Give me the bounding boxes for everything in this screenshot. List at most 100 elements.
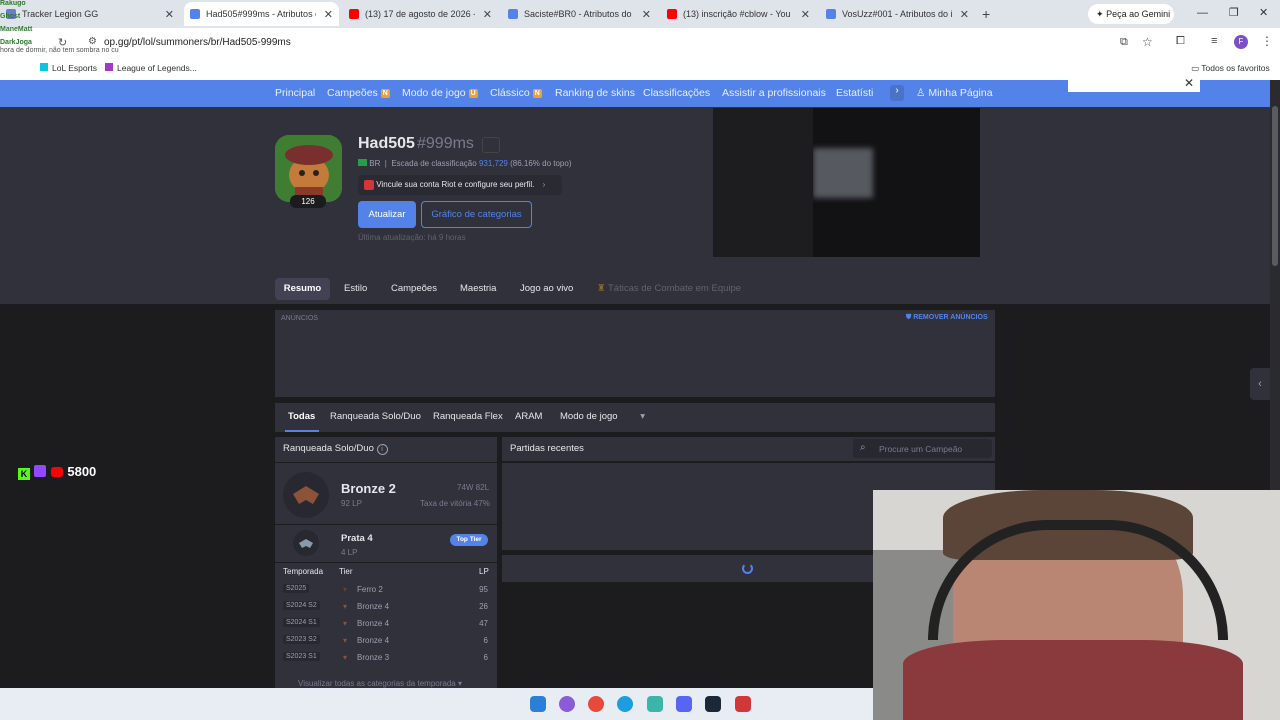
top-tier-badge: Top Tier — [450, 534, 488, 546]
tab-favicon-icon — [826, 9, 836, 19]
chat-line: ManeMatt — [0, 26, 33, 33]
queue-tab-aram[interactable]: ARAM — [515, 411, 542, 422]
season-label: S2023 S1 — [283, 652, 320, 661]
remove-ads-link[interactable]: ⛊ REMOVER ANÚNCIOS — [906, 314, 988, 322]
nav-modo-de-jogo[interactable]: Modo de jogo U — [402, 87, 478, 99]
category-chart-button[interactable]: Gráfico de categorias — [421, 201, 532, 228]
view-all-label: Visualizar todas as categorias da tempor… — [298, 679, 456, 688]
address-bar-row: ↻ ⚙ op.gg/pt/lol/summoners/br/Had505-999… — [0, 28, 1280, 58]
peak-lp: 4 LP — [341, 548, 358, 557]
ladder-line: BR | Escada de classificação 931,729 (86… — [358, 159, 571, 168]
copy-button[interactable] — [482, 137, 500, 153]
champion-search[interactable]: ⌕ Procure um Campeão — [853, 439, 992, 458]
menu-kebab-icon[interactable]: ⋮ — [1261, 34, 1273, 48]
chevron-right-icon: › — [542, 180, 546, 190]
view-all-seasons-link[interactable]: Visualizar todas as categorias da tempor… — [298, 679, 462, 688]
youtube-icon — [50, 467, 63, 477]
tab-tft[interactable]: ♜ Táticas de Combate em Equipe — [597, 283, 741, 294]
gemini-button[interactable]: ✦ Peça ao Gemini — [1088, 4, 1174, 24]
nav-estatisticas[interactable]: Estatísti — [836, 87, 882, 99]
queue-tab-flex[interactable]: Ranqueada Flex — [433, 411, 503, 422]
tab-title: Had505#999ms - Atributos do — [206, 9, 316, 19]
my-page-link[interactable]: ♙ Minha Página — [916, 87, 993, 99]
new-tab-button[interactable]: + — [982, 6, 990, 22]
profile-header: 126 Had505 #999ms BR | Escada de classif… — [0, 107, 1270, 275]
season-label: S2024 S1 — [283, 618, 320, 627]
extensions-icon[interactable]: ⧠ — [1176, 35, 1185, 48]
peak-tier: Prata 4 — [341, 533, 373, 544]
update-button[interactable]: Atualizar — [358, 201, 416, 228]
chevron-right-icon[interactable]: › — [890, 85, 904, 101]
tab-maestria[interactable]: Maestria — [460, 283, 496, 294]
user-icon: ♙ — [916, 87, 926, 99]
close-window-icon[interactable]: ✕ — [1259, 6, 1268, 19]
tier-mini-icon: ▾ — [343, 619, 348, 628]
copilot-icon[interactable] — [559, 696, 575, 712]
close-icon[interactable]: ✕ — [483, 8, 492, 21]
queue-tab-solo[interactable]: Ranqueada Solo/Duo — [330, 411, 421, 422]
season-lp: 6 — [483, 636, 488, 645]
win-loss: 74W 82L — [457, 483, 490, 492]
ladder-rank[interactable]: 931,729 — [479, 159, 508, 168]
video-shadow — [713, 108, 813, 257]
all-favorites[interactable]: ▭ Todos os favoritos — [1191, 63, 1270, 74]
nav-assistir-profissionais[interactable]: Assistir a profissionais — [722, 87, 826, 99]
webcam-shirt — [903, 640, 1243, 720]
chrome-icon[interactable] — [588, 696, 604, 712]
riot-client-icon[interactable] — [735, 696, 751, 712]
queue-tab-todas[interactable]: Todas — [288, 411, 315, 422]
scrollbar-thumb[interactable] — [1272, 106, 1278, 266]
tab-3[interactable]: (13) 17 de agosto de 2026 - Yo ✕ — [343, 2, 498, 26]
tab-estilo[interactable]: Estilo — [344, 283, 367, 294]
steam-icon[interactable] — [705, 696, 721, 712]
search-icon: ⌕ — [860, 442, 866, 453]
tab-6[interactable]: VosUzz#001 - Atributos do inv ✕ — [820, 2, 975, 26]
side-panel-toggle[interactable]: ‹ — [1250, 368, 1270, 400]
tab-title: (13) inscrição #cblow - You — [683, 9, 791, 19]
tab-2-active[interactable]: Had505#999ms - Atributos do ✕ — [184, 2, 339, 26]
close-ad-icon[interactable]: ✕ — [1184, 76, 1194, 90]
close-icon[interactable]: ✕ — [801, 8, 810, 21]
info-icon[interactable]: i — [376, 444, 388, 455]
discord-icon[interactable] — [676, 696, 692, 712]
nav-label: Campeões — [327, 87, 378, 99]
nav-campeoes[interactable]: Campeões N — [327, 87, 390, 99]
profile-avatar[interactable]: F — [1234, 35, 1248, 49]
close-icon[interactable]: ✕ — [642, 8, 651, 21]
chat-line: DarkJoga — [0, 39, 32, 46]
season-row: S2025 ▾ Ferro 2 95 — [283, 584, 493, 598]
windows-start-icon[interactable] — [530, 696, 546, 712]
tab-4[interactable]: Saciste#BR0 - Atributos do inv ✕ — [502, 2, 657, 26]
edge-icon[interactable] — [617, 696, 633, 712]
tier-mini-icon: ▾ — [343, 585, 348, 594]
media-icon[interactable]: ≡ — [1211, 35, 1217, 47]
tab-favicon-icon — [508, 9, 518, 19]
header-lp: LP — [479, 567, 489, 576]
riot-link-banner[interactable]: Vincule sua conta Riot e configure seu p… — [358, 175, 562, 195]
nav-classificacoes[interactable]: Classificações — [643, 87, 710, 99]
tier-mini-icon: ▾ — [343, 653, 348, 662]
nav-principal[interactable]: Principal — [275, 87, 315, 99]
header-tier: Tier — [339, 567, 353, 576]
close-icon[interactable]: ✕ — [165, 8, 174, 21]
minimize-icon[interactable]: — — [1197, 7, 1208, 19]
search-input[interactable]: Procure um Campeão — [879, 444, 962, 454]
folder-icon: ▭ — [1191, 63, 1200, 73]
tab-favicon-icon — [190, 9, 200, 19]
tab-5[interactable]: (13) inscrição #cblow - You ✕ — [661, 2, 816, 26]
header-temporada: Temporada — [283, 567, 324, 576]
cast-icon[interactable]: ⧉ — [1120, 36, 1128, 49]
close-icon[interactable]: ✕ — [960, 8, 969, 21]
chat-line: hora de dormir, não tem sombra no cu — [0, 47, 119, 54]
tab-campeoes[interactable]: Campeões — [391, 283, 437, 294]
maximize-icon[interactable]: ❐ — [1229, 6, 1239, 19]
queue-mode-dropdown[interactable]: Modo de jogo ▾ — [560, 411, 645, 422]
nav-classico[interactable]: Clássico N — [490, 87, 542, 99]
store-icon[interactable] — [647, 696, 663, 712]
bookmark-star-icon[interactable]: ☆ — [1142, 35, 1153, 49]
tab-resumo[interactable]: Resumo — [275, 278, 330, 300]
tab-jogo-ao-vivo[interactable]: Jogo ao vivo — [520, 283, 573, 294]
close-icon[interactable]: ✕ — [324, 8, 333, 21]
nav-ranking-skins[interactable]: Ranking de skins — [555, 87, 635, 99]
video-ad[interactable] — [713, 108, 980, 257]
